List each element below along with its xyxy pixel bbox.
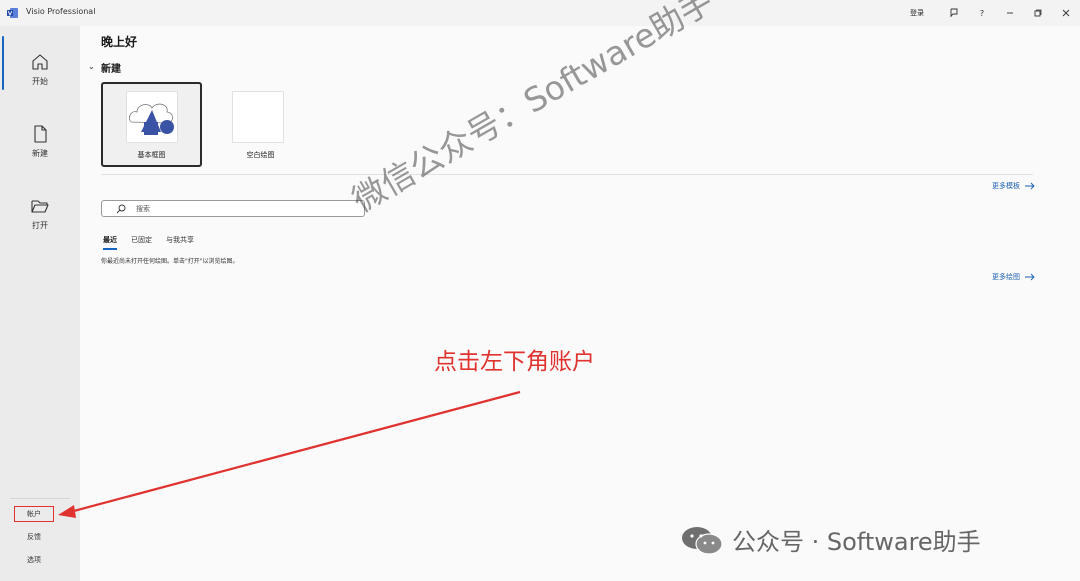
sidebar-item-feedback[interactable]: 反馈 [14, 529, 54, 545]
close-button[interactable] [1052, 0, 1080, 26]
annotation-text: 点击左下角账户 [434, 349, 595, 375]
sidebar-item-label: 开始 [32, 77, 48, 86]
more-templates-label: 更多模板 [992, 182, 1020, 190]
search-input[interactable]: 搜索 [101, 200, 365, 217]
feedback-icon[interactable] [940, 0, 968, 26]
visio-logo-icon [7, 8, 18, 18]
tab-pinned[interactable]: 已固定 [131, 235, 152, 250]
search-placeholder: 搜索 [136, 204, 150, 213]
template-thumbnail [126, 91, 178, 143]
sidebar-item-open[interactable]: 打开 [0, 188, 80, 244]
template-blank-drawing[interactable]: 空白绘图 [210, 82, 311, 167]
new-file-icon [34, 125, 47, 143]
app-title: Visio Professional [26, 7, 96, 16]
arrow-right-icon [1025, 273, 1035, 281]
sign-in-button[interactable]: 登录 [910, 8, 924, 18]
sidebar-item-new[interactable]: 新建 [0, 116, 80, 172]
greeting: 晚上好 [101, 35, 138, 49]
more-templates-link[interactable]: 更多模板 [992, 181, 1035, 191]
footer-watermark: 公众号 · Software助手 [680, 522, 981, 557]
main-content: 晚上好 ⌄ 新建 基本框图 空白绘图 更多模板 搜索 最近 已固定 与我共享 你… [80, 26, 1080, 581]
more-drawings-label: 更多绘图 [992, 273, 1020, 281]
basic-shapes-icon [129, 103, 174, 135]
template-basic-diagram[interactable]: 基本框图 [101, 82, 202, 167]
wechat-icon [682, 526, 723, 555]
tab-recent[interactable]: 最近 [103, 235, 117, 250]
restore-button[interactable] [1024, 0, 1052, 26]
folder-open-icon [31, 200, 49, 213]
help-button[interactable]: ? [968, 0, 996, 26]
sidebar-item-account[interactable]: 帐户 [14, 506, 54, 522]
template-thumbnail [232, 91, 284, 143]
sidebar-item-label: 新建 [32, 149, 48, 158]
search-icon [116, 204, 126, 213]
arrow-right-icon [1025, 182, 1035, 190]
section-divider [101, 174, 1033, 175]
chevron-down-icon[interactable]: ⌄ [88, 62, 95, 71]
template-label: 基本框图 [137, 151, 166, 159]
recent-tabs: 最近 已固定 与我共享 [103, 235, 194, 250]
new-section-heading: 新建 [101, 64, 121, 75]
template-label: 空白绘图 [246, 151, 275, 159]
sidebar-item-home[interactable]: 开始 [0, 44, 80, 100]
footer-watermark-text: 公众号 · Software助手 [732, 528, 981, 556]
empty-recent-message: 你最近尚未打开任何绘图。单击"打开"以浏览绘图。 [101, 258, 239, 265]
sidebar-item-label: 打开 [32, 221, 48, 230]
sidebar-item-options[interactable]: 选项 [14, 552, 54, 568]
sidebar: 开始 新建 打开 帐户 反馈 选项 [0, 26, 80, 581]
home-icon [32, 54, 48, 70]
title-bar: Visio Professional 登录 ? [0, 0, 1080, 26]
more-drawings-link[interactable]: 更多绘图 [992, 272, 1035, 282]
minimize-button[interactable] [996, 0, 1024, 26]
tab-shared-with-me[interactable]: 与我共享 [166, 235, 194, 250]
sidebar-divider [10, 498, 70, 499]
